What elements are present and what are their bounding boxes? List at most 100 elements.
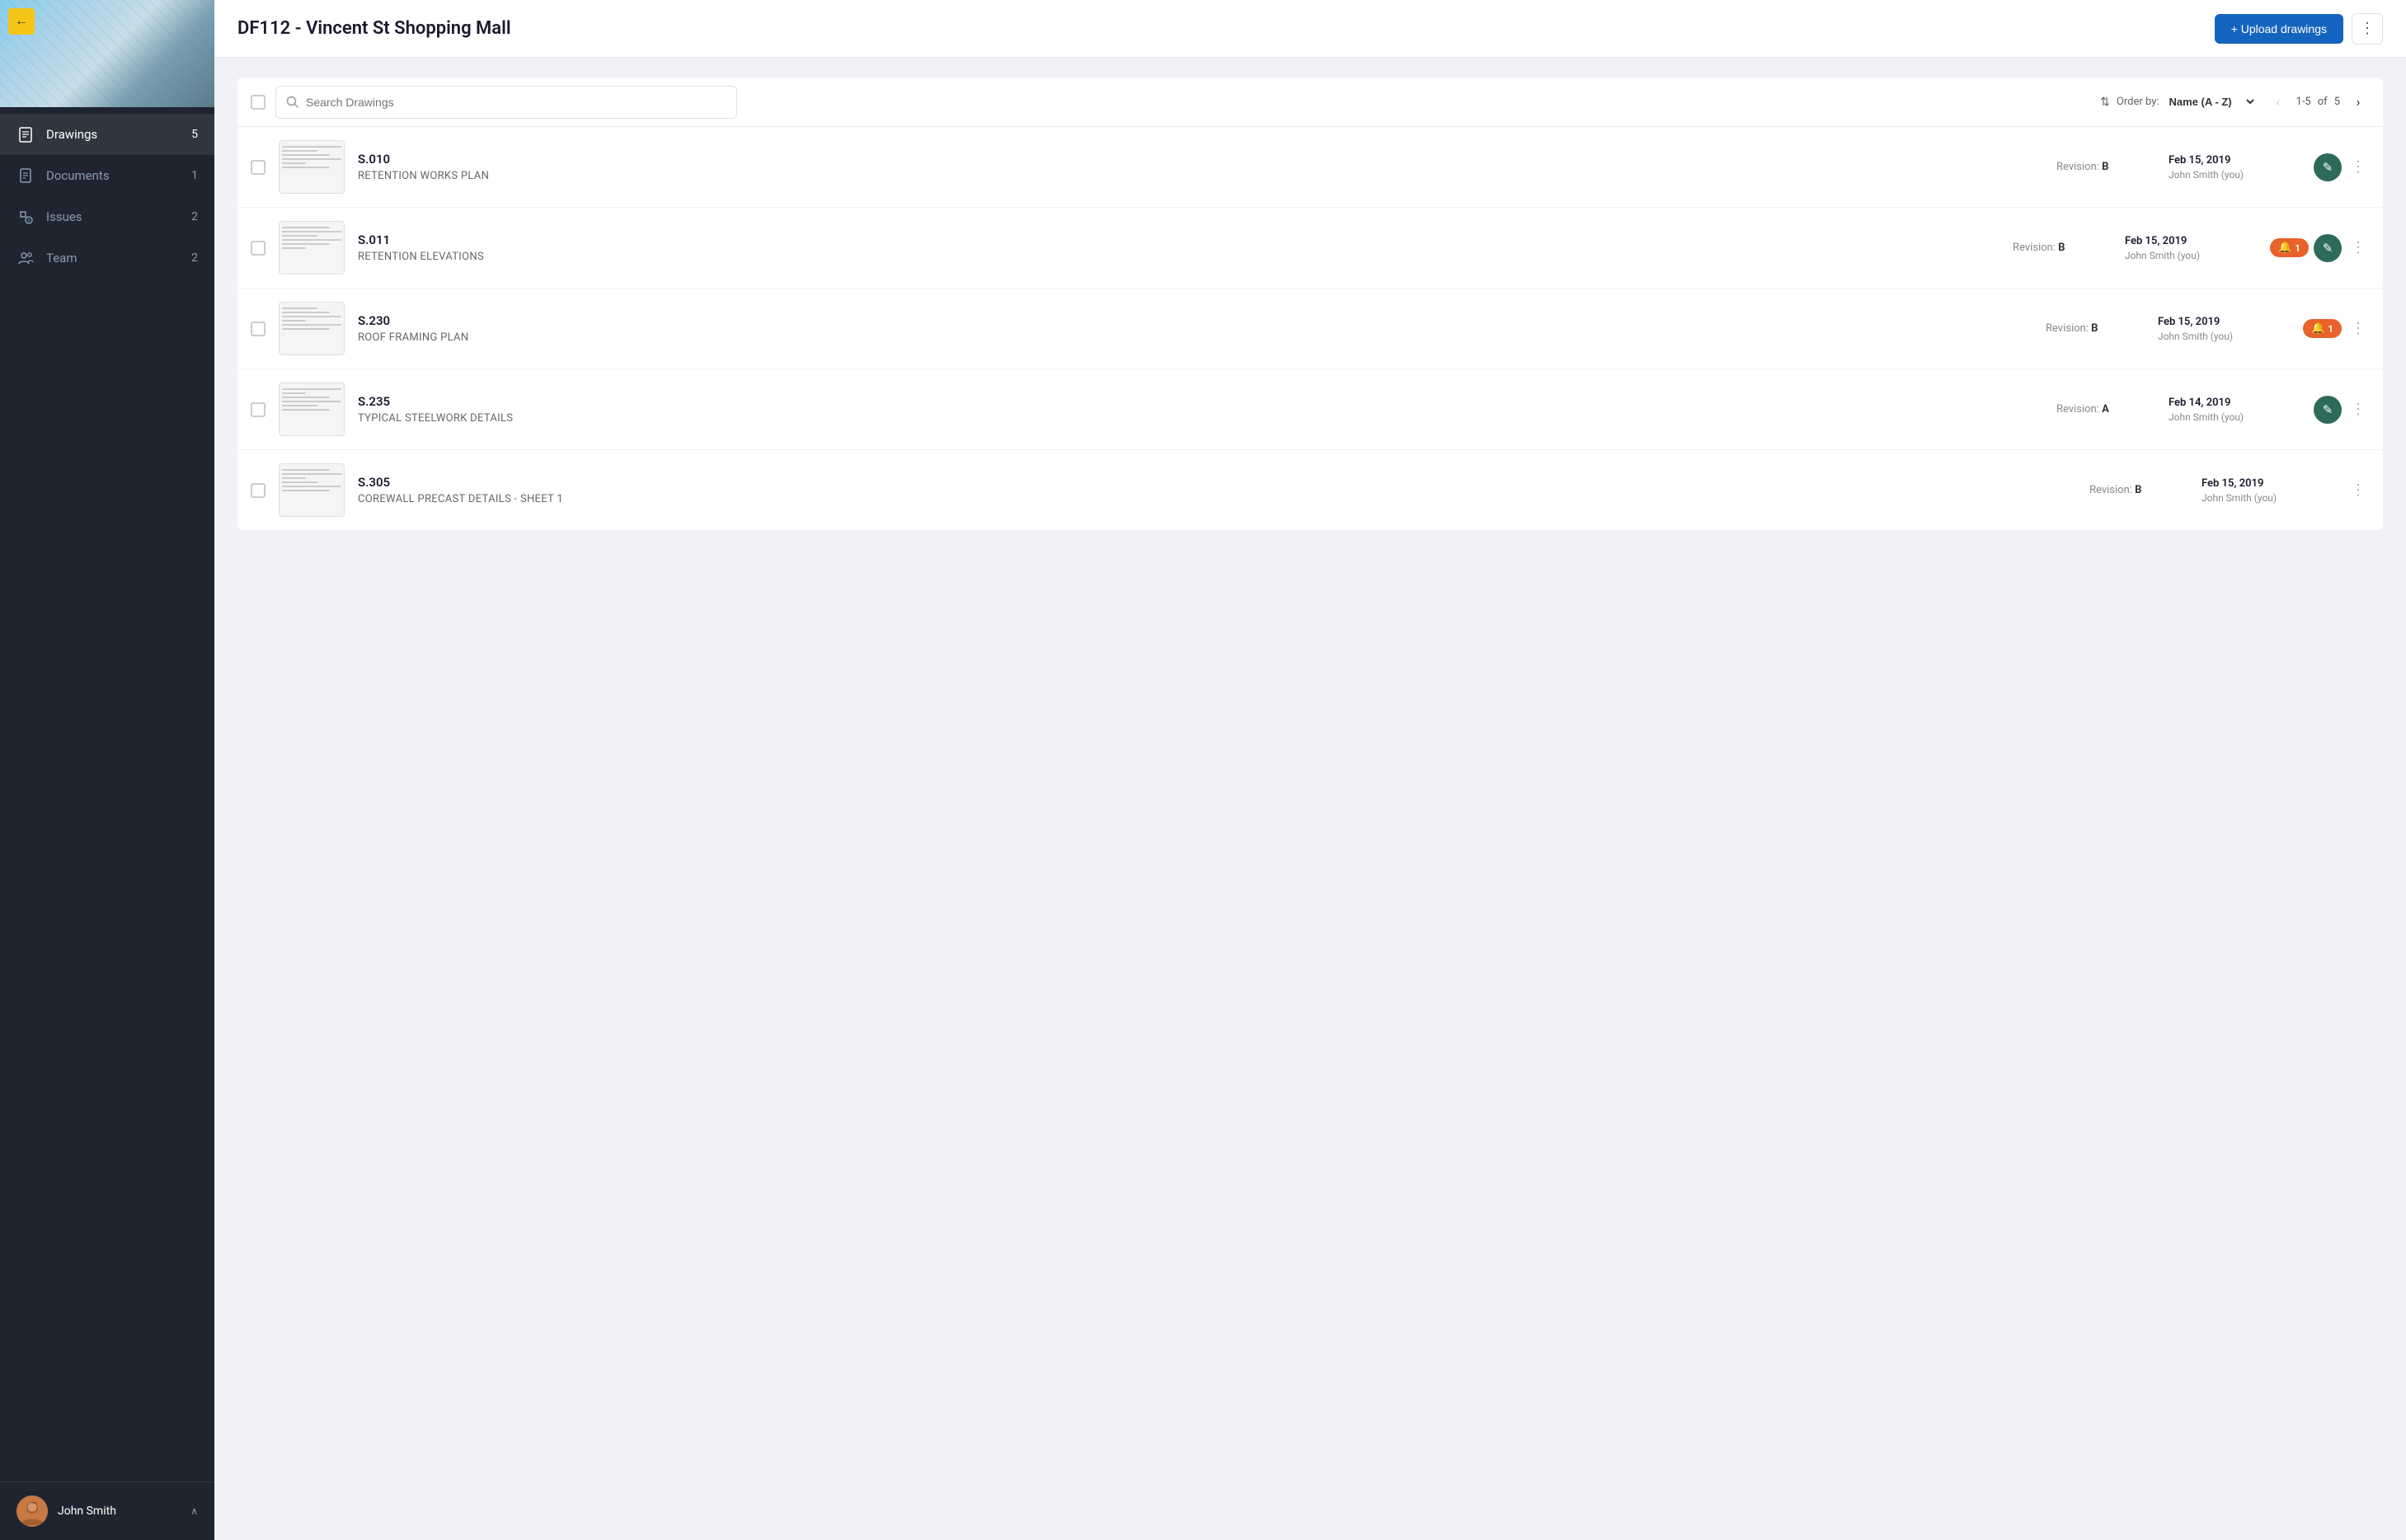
sidebar-item-team[interactable]: Team 2 [0,237,214,279]
sidebar-item-issues[interactable]: Issues 2 [0,196,214,237]
date-info: Feb 15, 2019 John Smith (you) [2158,316,2290,342]
sidebar-item-drawings[interactable]: Drawings 5 [0,114,214,155]
drawing-code: S.230 [358,313,2032,328]
row-more-button[interactable]: ⋮ [2347,398,2370,421]
date-info: Feb 15, 2019 John Smith (you) [2169,154,2300,181]
content-area: ⇅ Order by: Name (A - Z) Name (Z - A) Da… [214,58,2406,1540]
revision-info: Revision: B [2056,161,2155,173]
row-more-button[interactable]: ⋮ [2347,479,2370,502]
drawing-thumbnail [279,383,345,436]
date-info: Feb 14, 2019 John Smith (you) [2169,397,2300,423]
order-wrapper: ⇅ Order by: Name (A - Z) Name (Z - A) Da… [2100,95,2256,109]
issues-icon [16,208,35,226]
drawing-thumbnail [279,140,345,194]
drawings-icon [16,125,35,143]
revision-info: Revision: A [2056,403,2155,416]
order-select[interactable]: Name (A - Z) Name (Z - A) Date (Newest) … [2166,95,2257,109]
row-more-button[interactable]: ⋮ [2347,317,2370,340]
revision-letter: A [2102,403,2109,416]
drawing-name: ROOF FRAMING PLAN [358,331,2032,344]
page-title: DF112 - Vincent St Shopping Mall [237,18,511,39]
prev-page-button[interactable]: ‹ [2267,91,2290,114]
row-actions: ⋮ [2347,479,2370,502]
chevron-up-icon: ∧ [190,1505,198,1517]
date-text: Feb 15, 2019 [2169,154,2300,167]
row-checkbox-2[interactable] [251,322,266,336]
row-checkbox-4[interactable] [251,483,266,498]
issues-badge: 2 [181,210,198,223]
team-label: Team [46,251,181,265]
thumbnail-preview [282,386,341,434]
bell-icon: 🔔 [2278,242,2291,254]
date-text: Feb 15, 2019 [2158,316,2290,328]
upload-drawings-button[interactable]: + Upload drawings [2215,14,2343,44]
select-all-checkbox[interactable] [251,95,266,110]
drawing-info: S.011 RETENTION ELEVATIONS [358,232,2000,263]
sidebar-item-documents[interactable]: Documents 1 [0,155,214,196]
sort-arrows-icon[interactable]: ⇅ [2100,96,2110,109]
drawing-row: S.010 RETENTION WORKS PLAN Revision: B F… [237,127,2383,208]
drawing-info: S.230 ROOF FRAMING PLAN [358,313,2032,344]
row-more-button[interactable]: ⋮ [2347,156,2370,179]
alert-badge: 🔔1 [2303,319,2342,338]
drawing-code: S.235 [358,394,2043,409]
more-options-button[interactable]: ⋮ [2352,13,2383,45]
date-text: Feb 14, 2019 [2169,397,2300,409]
search-input[interactable] [306,96,726,109]
back-button[interactable]: ← [8,8,35,35]
date-user: John Smith (you) [2125,250,2257,261]
drawing-info: S.235 TYPICAL STEELWORK DETAILS [358,394,2043,425]
team-icon [16,249,35,267]
documents-icon [16,167,35,185]
pagination: ‹ 1-5 of 5 › [2267,91,2370,114]
sidebar: ← Drawings 5 [0,0,214,1540]
documents-label: Documents [46,168,181,183]
date-user: John Smith (you) [2169,411,2300,423]
row-actions: 🔔1 ⋮ [2303,317,2370,340]
bell-icon: 🔔 [2311,322,2324,335]
sidebar-project-image: ← [0,0,214,107]
user-profile[interactable]: John Smith ∧ [0,1481,214,1540]
revision-letter: B [2091,322,2098,335]
revision-letter: B [2058,242,2065,254]
drawing-name: RETENTION ELEVATIONS [358,251,2000,263]
edit-button[interactable]: ✎ [2314,396,2342,424]
revision-letter: B [2135,484,2141,496]
next-page-button[interactable]: › [2347,91,2370,114]
main-content: DF112 - Vincent St Shopping Mall + Uploa… [214,0,2406,1540]
row-checkbox-3[interactable] [251,402,266,417]
drawings-badge: 5 [181,128,198,141]
row-actions: 🔔1 ✎ ⋮ [2270,234,2370,262]
drawing-list: S.010 RETENTION WORKS PLAN Revision: B F… [237,127,2383,530]
date-info: Feb 15, 2019 John Smith (you) [2125,235,2257,261]
avatar [16,1495,48,1527]
row-more-button[interactable]: ⋮ [2347,237,2370,260]
team-badge: 2 [181,251,198,265]
row-checkbox-1[interactable] [251,241,266,256]
thumbnail-preview [282,224,341,272]
drawing-row: S.011 RETENTION ELEVATIONS Revision: B F… [237,208,2383,289]
row-checkbox-0[interactable] [251,160,266,175]
drawing-row: S.230 ROOF FRAMING PLAN Revision: B Feb … [237,289,2383,369]
documents-badge: 1 [181,169,198,182]
search-icon [286,96,299,109]
sidebar-nav: Drawings 5 Documents 1 [0,107,214,1481]
revision-info: Revision: B [2089,484,2188,496]
thumbnail-preview [282,305,341,353]
drawing-code: S.305 [358,475,2076,490]
drawing-thumbnail [279,221,345,275]
search-wrapper [275,86,737,119]
edit-button[interactable]: ✎ [2314,153,2342,181]
list-toolbar: ⇅ Order by: Name (A - Z) Name (Z - A) Da… [237,77,2383,127]
page-total: 5 [2334,96,2340,108]
thumbnail-preview [282,143,341,191]
page-range: 1-5 [2296,96,2311,108]
edit-button[interactable]: ✎ [2314,234,2342,262]
date-user: John Smith (you) [2169,169,2300,181]
drawing-code: S.010 [358,152,2043,167]
alert-badge: 🔔1 [2270,238,2309,257]
revision-info: Revision: B [2046,322,2145,335]
date-text: Feb 15, 2019 [2202,477,2333,490]
drawing-name: COREWALL PRECAST DETAILS - SHEET 1 [358,493,2076,505]
issues-label: Issues [46,209,181,224]
